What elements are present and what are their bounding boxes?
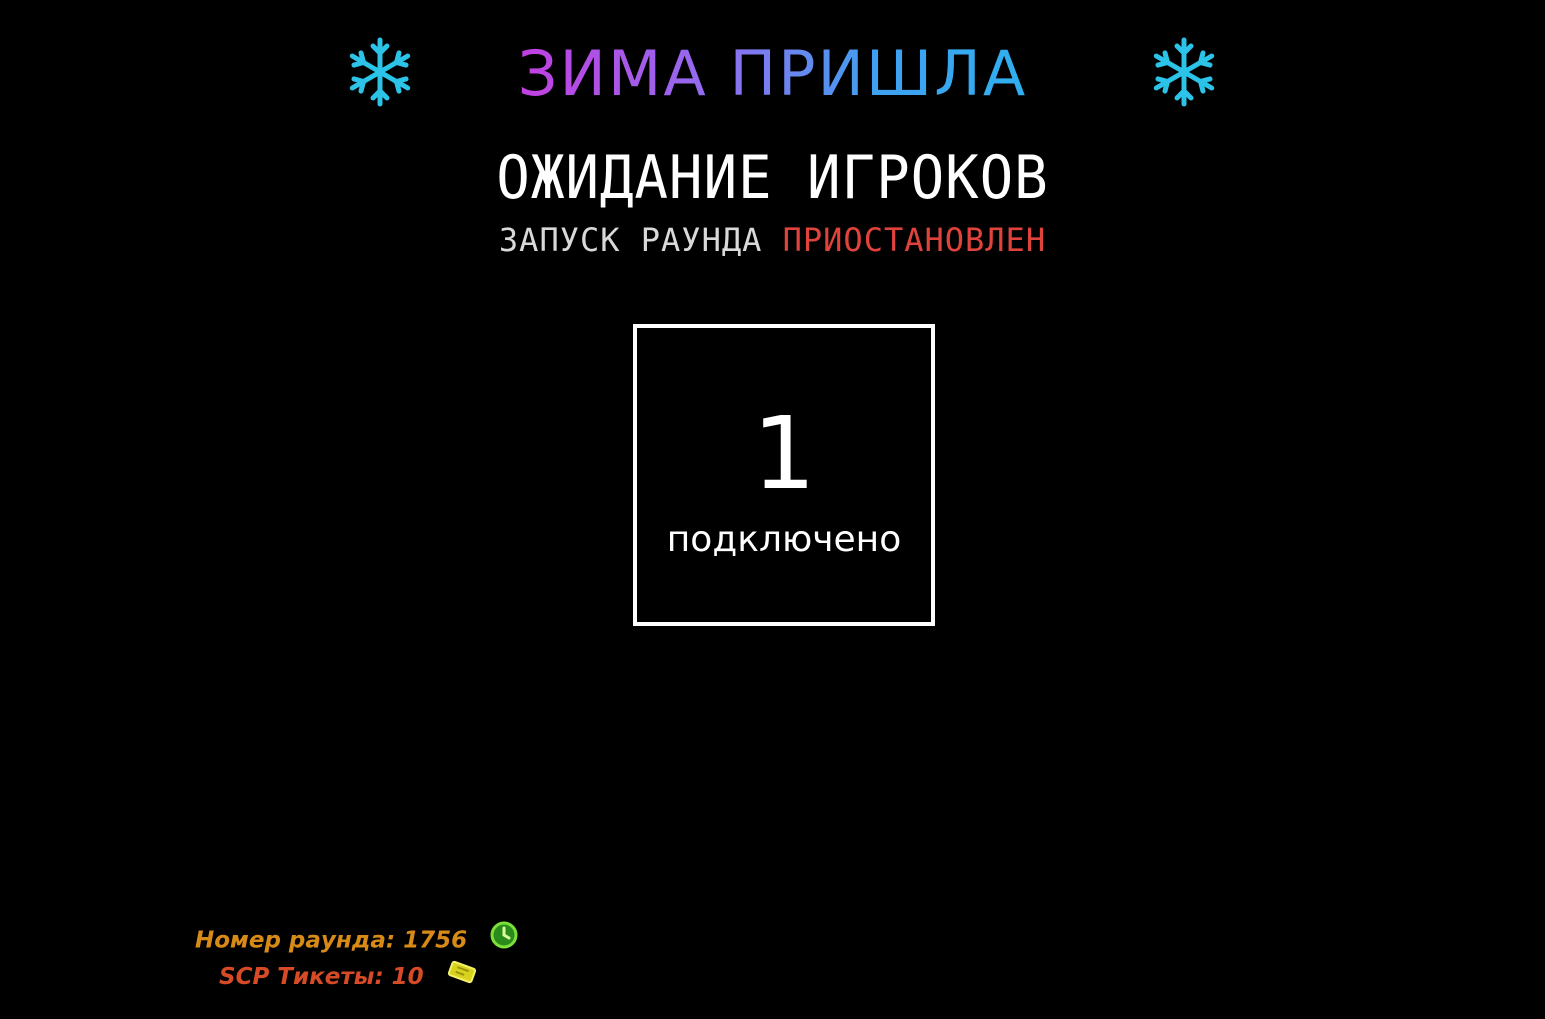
round-start-state: ПРИОСТАНОВЛЕН (782, 221, 1047, 259)
clock-icon (489, 920, 519, 962)
player-counter-box: 1 подключено (633, 324, 935, 626)
round-start-label: ЗАПУСК РАУНДА (498, 221, 763, 259)
snowflake-icon (1144, 30, 1224, 114)
scp-tickets-line: SCP Тикеты: 10 (195, 958, 555, 996)
server-title-text: ЗИМА ПРИШЛА (517, 37, 1028, 110)
waiting-heading: ОЖИДАНИЕ ИГРОКОВ (496, 143, 1049, 213)
header: ЗИМА ПРИШЛА (0, 30, 1545, 120)
round-start-status: ЗАПУСК РАУНДА ПРИОСТАНОВЛЕН (0, 218, 1545, 262)
server-title: ЗИМА ПРИШЛА (0, 34, 1545, 114)
server-info-footer: Номер раунда: 1756 SCP Тикеты: 10 (195, 920, 555, 996)
round-number-line: Номер раунда: 1756 (195, 920, 555, 958)
player-count: 1 (752, 395, 816, 512)
round-number-text: Номер раунда: 1756 (195, 927, 468, 954)
player-count-label: подключено (666, 519, 902, 560)
scp-tickets-text: SCP Тикеты: 10 (219, 964, 424, 990)
snowflake-icon (1153, 37, 1215, 107)
ticket-icon (446, 959, 478, 997)
ticket-icon (447, 960, 476, 983)
clock-icon (490, 921, 518, 949)
